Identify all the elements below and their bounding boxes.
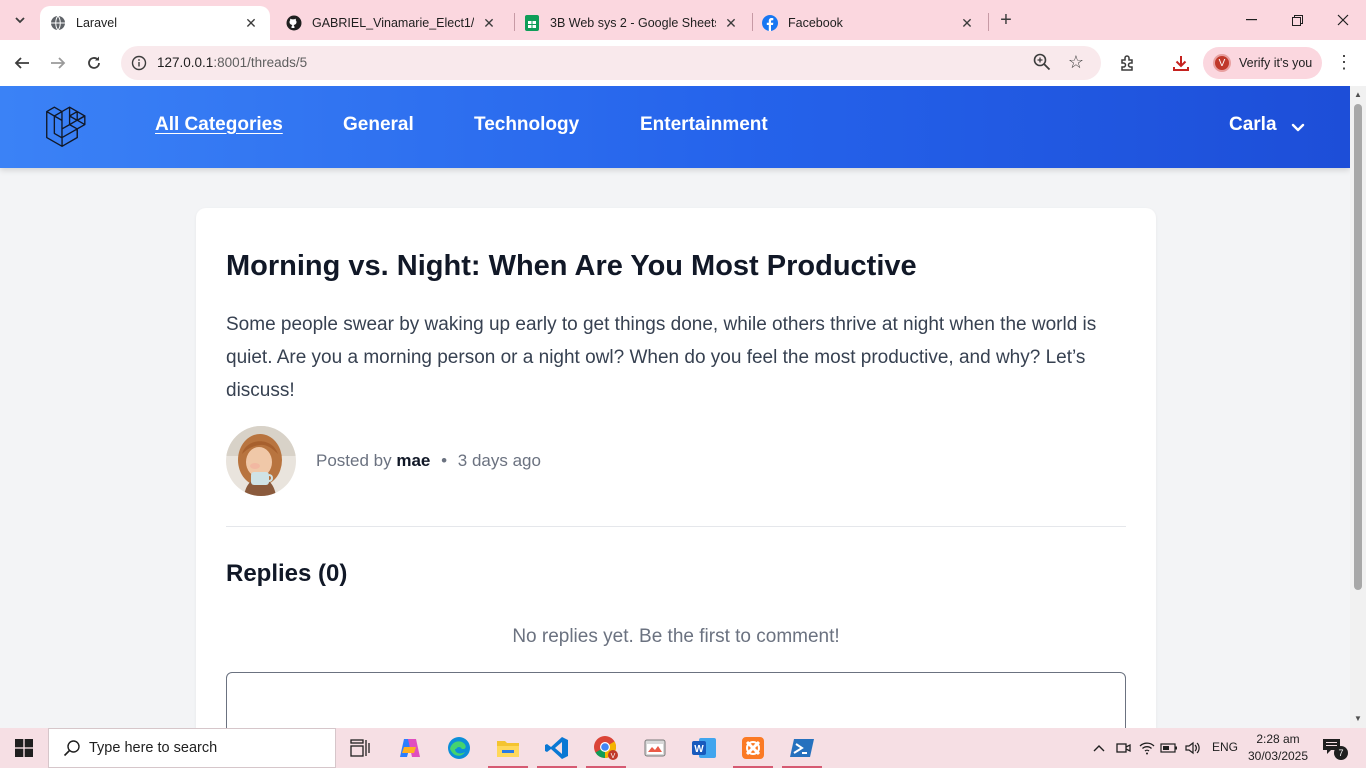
windows-start-icon[interactable] (0, 728, 48, 768)
new-tab-plus-icon[interactable]: + (994, 8, 1018, 32)
empty-replies-message: No replies yet. Be the first to comment! (512, 626, 840, 647)
browser-tab-github[interactable]: GABRIEL_Vinamarie_Elect1/gab ✕ (276, 6, 508, 40)
minimize-window-icon[interactable] (1228, 0, 1274, 40)
url-path: :8001/threads/5 (213, 55, 308, 70)
battery-icon[interactable] (1160, 739, 1178, 757)
reload-icon[interactable] (79, 48, 109, 78)
download-icon[interactable] (1170, 52, 1192, 74)
tab-search-dropdown-icon[interactable] (6, 6, 34, 34)
page-viewport: All Categories General Technology Entert… (0, 86, 1350, 728)
close-tab-icon[interactable]: ✕ (722, 14, 740, 32)
url-host: 127.0.0.1 (157, 55, 214, 70)
post-time: 3 days ago (457, 451, 541, 470)
forward-arrow-icon[interactable] (43, 48, 73, 78)
tab-title: Facebook (788, 16, 843, 30)
thread-body: Some people swear by waking up early to … (226, 314, 1097, 401)
url-text[interactable]: 127.0.0.1:8001/threads/5 (157, 55, 307, 70)
scrollbar-thumb[interactable] (1354, 104, 1362, 590)
browser-tab-facebook[interactable]: Facebook ✕ (752, 6, 986, 40)
thread-title: Morning vs. Night: When Are You Most Pro… (226, 250, 917, 282)
notification-center-icon[interactable]: 7 (1322, 738, 1348, 760)
laravel-logo-icon[interactable] (42, 106, 86, 150)
site-info-icon[interactable] (129, 53, 149, 73)
github-icon (286, 15, 302, 31)
browser-tab-strip: Laravel ✕ GABRIEL_Vinamarie_Elect1/gab ✕… (0, 0, 1366, 40)
scroll-up-arrow-icon[interactable]: ▲ (1350, 88, 1366, 102)
user-menu-dropdown[interactable]: Carla (1229, 114, 1305, 136)
volume-icon[interactable] (1184, 739, 1202, 757)
zoom-icon[interactable] (1033, 53, 1053, 73)
clock-time: 2:28 am (1256, 732, 1300, 746)
extensions-puzzle-icon[interactable] (1117, 52, 1139, 74)
search-icon (63, 740, 80, 757)
chrome-icon[interactable]: V (582, 728, 630, 768)
search-placeholder: Type here to search (89, 740, 218, 756)
facebook-icon (762, 15, 778, 31)
site-navbar: All Categories General Technology Entert… (0, 86, 1350, 168)
task-view-icon[interactable] (336, 728, 384, 768)
windows-taskbar: Type here to search V W ENG 2:28 am 30/0… (0, 728, 1366, 768)
tab-title: Laravel (76, 16, 117, 30)
user-name: Carla (1229, 114, 1277, 135)
taskbar-clock[interactable]: 2:28 am 30/03/2025 (1246, 731, 1310, 765)
vscode-icon[interactable] (533, 728, 581, 768)
tab-separator (988, 13, 989, 31)
input-language[interactable]: ENG (1212, 740, 1238, 754)
browser-tab-laravel[interactable]: Laravel ✕ (40, 6, 270, 40)
notification-count-badge: 7 (1334, 746, 1348, 760)
powershell-icon[interactable] (778, 728, 826, 768)
nav-link-all-categories[interactable]: All Categories (155, 114, 283, 136)
scroll-down-arrow-icon[interactable]: ▼ (1350, 712, 1366, 726)
author-name[interactable]: mae (396, 451, 430, 470)
close-window-icon[interactable] (1320, 0, 1366, 40)
tab-title: GABRIEL_Vinamarie_Elect1/gab (312, 16, 474, 30)
divider (226, 526, 1126, 527)
paint-app-icon[interactable] (631, 728, 679, 768)
wifi-icon[interactable] (1138, 739, 1156, 757)
xampp-icon[interactable] (729, 728, 777, 768)
restore-window-icon[interactable] (1274, 0, 1320, 40)
sheets-icon (524, 15, 540, 31)
globe-icon (50, 15, 66, 31)
close-tab-icon[interactable]: ✕ (480, 14, 498, 32)
meet-now-icon[interactable] (1114, 739, 1132, 757)
posted-by-label: Posted by (316, 451, 392, 470)
browser-tab-sheets[interactable]: 3B Web sys 2 - Google Sheets ✕ (514, 6, 750, 40)
nav-link-technology[interactable]: Technology (474, 114, 579, 136)
thread-card: Morning vs. Night: When Are You Most Pro… (196, 208, 1156, 728)
browser-toolbar: 127.0.0.1:8001/threads/5 ☆ V Verify it's… (0, 40, 1366, 86)
copilot-icon[interactable] (386, 728, 434, 768)
nav-link-entertainment[interactable]: Entertainment (640, 114, 768, 136)
show-hidden-icons-chevron-up-icon[interactable] (1090, 739, 1108, 757)
bookmark-star-icon[interactable]: ☆ (1065, 51, 1087, 73)
nav-link-general[interactable]: General (343, 114, 414, 136)
browser-menu-icon[interactable]: ⋮ (1334, 52, 1354, 74)
author-avatar[interactable] (226, 426, 296, 496)
tab-title: 3B Web sys 2 - Google Sheets (550, 16, 716, 30)
page-scrollbar[interactable]: ▲ ▼ (1350, 86, 1366, 728)
back-arrow-icon[interactable] (7, 48, 37, 78)
profile-avatar: V (1213, 54, 1231, 72)
file-explorer-icon[interactable] (484, 728, 532, 768)
chevron-down-icon (1291, 118, 1305, 132)
close-tab-icon[interactable]: ✕ (242, 14, 260, 32)
svg-text:W: W (694, 744, 704, 755)
replies-heading: Replies (0) (226, 560, 348, 587)
thread-meta: Posted by mae • 3 days ago (316, 451, 541, 471)
reply-textarea[interactable] (226, 672, 1126, 728)
close-tab-icon[interactable]: ✕ (958, 14, 976, 32)
meta-separator: • (441, 451, 448, 470)
taskbar-search-input[interactable]: Type here to search (48, 728, 336, 768)
address-bar[interactable]: 127.0.0.1:8001/threads/5 ☆ (121, 46, 1101, 80)
clock-date: 30/03/2025 (1247, 749, 1309, 763)
word-icon[interactable]: W (680, 728, 728, 768)
svg-text:V: V (611, 753, 616, 760)
verify-label: Verify it's you (1239, 56, 1313, 70)
edge-browser-icon[interactable] (435, 728, 483, 768)
verify-profile-button[interactable]: V Verify it's you (1203, 47, 1322, 79)
